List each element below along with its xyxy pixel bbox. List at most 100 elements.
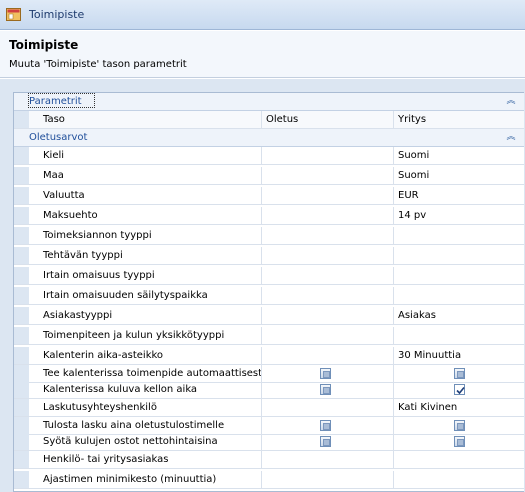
row-gutter: [14, 147, 29, 164]
default-value[interactable]: [261, 247, 393, 264]
company-value[interactable]: Asiakas: [393, 307, 524, 324]
checkbox-icon[interactable]: [454, 420, 465, 431]
row-label: Syötä kulujen ostot nettohintaisina: [43, 436, 218, 447]
table-row[interactable]: Kieli Suomi: [14, 147, 524, 165]
default-checkbox-cell[interactable]: [261, 365, 393, 382]
row-label: Henkilö- tai yritysasiakas: [43, 454, 169, 465]
row-label: Tee kalenterissa toimenpide automaattise…: [43, 368, 261, 379]
row-label: Irtain omaisuuden säilytyspaikka: [43, 290, 208, 301]
window-title: Toimipiste: [29, 8, 85, 21]
table-row[interactable]: Maa Suomi: [14, 167, 524, 185]
row-gutter: [14, 327, 29, 344]
row-gutter: [14, 227, 29, 244]
company-value[interactable]: Kati Kivinen: [393, 399, 524, 416]
default-value[interactable]: [261, 147, 393, 164]
checkbox-checked-icon[interactable]: [454, 384, 465, 395]
row-label: Ajastimen minimikesto (minuuttia): [43, 474, 217, 485]
section-parameters[interactable]: Parametrit ︽: [14, 93, 524, 111]
company-value[interactable]: [393, 327, 524, 344]
table-row[interactable]: Syötä kulujen ostot nettohintaisina: [14, 433, 524, 451]
title-bar: Toimipiste: [0, 0, 525, 30]
company-value[interactable]: EUR: [393, 187, 524, 204]
table-row[interactable]: Henkilö- tai yritysasiakas: [14, 451, 524, 469]
row-gutter: [14, 451, 29, 468]
table-row[interactable]: Valuutta EUR: [14, 187, 524, 205]
table-row[interactable]: Toimeksiannon tyyppi: [14, 227, 524, 245]
row-label: Tehtävän tyyppi: [43, 250, 123, 261]
default-value[interactable]: [261, 451, 393, 468]
default-value[interactable]: [261, 471, 393, 488]
checkbox-icon[interactable]: [320, 368, 331, 379]
default-value[interactable]: [261, 187, 393, 204]
checkbox-icon[interactable]: [320, 436, 331, 447]
double-chevron-up-icon[interactable]: ︽: [505, 96, 517, 108]
default-value[interactable]: [261, 167, 393, 184]
page-header: Toimipiste Muuta 'Toimipiste' tason para…: [0, 31, 525, 78]
row-gutter: [14, 471, 29, 488]
default-checkbox-cell[interactable]: [261, 417, 393, 434]
row-label: Maksuehto: [43, 210, 98, 221]
default-value[interactable]: [261, 207, 393, 224]
row-label: Laskutusyhteyshenkilö: [43, 402, 157, 413]
section-defaults[interactable]: Oletusarvot ︽: [14, 129, 524, 147]
double-chevron-up-icon[interactable]: ︽: [505, 132, 517, 144]
app-window-icon: [6, 8, 21, 21]
row-label: Toimenpiteen ja kulun yksikkötyyppi: [43, 330, 225, 341]
default-value[interactable]: [261, 307, 393, 324]
table-row[interactable]: Asiakastyyppi Asiakas: [14, 307, 524, 325]
company-checkbox-cell[interactable]: [393, 365, 524, 382]
default-value[interactable]: [261, 327, 393, 344]
company-value[interactable]: [393, 267, 524, 284]
default-value[interactable]: [261, 287, 393, 304]
row-label: Kalenterissa kuluva kellon aika: [43, 384, 198, 395]
row-gutter: [14, 287, 29, 304]
row-gutter: [14, 399, 29, 416]
table-row[interactable]: Maksuehto 14 pv: [14, 207, 524, 225]
checkbox-icon[interactable]: [320, 420, 331, 431]
company-value[interactable]: [393, 247, 524, 264]
table-row[interactable]: Ajastimen minimikesto (minuuttia): [14, 471, 524, 489]
company-value[interactable]: 30 Minuuttia: [393, 347, 524, 364]
column-header-company: Yritys: [393, 111, 524, 128]
company-value[interactable]: [393, 227, 524, 244]
row-label: Kieli: [43, 150, 65, 161]
table-row[interactable]: Toimenpiteen ja kulun yksikkötyyppi: [14, 327, 524, 345]
table-row[interactable]: Irtain omaisuus tyyppi: [14, 267, 524, 285]
checkbox-icon[interactable]: [454, 368, 465, 379]
checkbox-icon[interactable]: [320, 384, 331, 395]
company-value[interactable]: [393, 471, 524, 488]
default-value[interactable]: [261, 227, 393, 244]
row-gutter: [14, 307, 29, 324]
default-value[interactable]: [261, 267, 393, 284]
row-label: Tulosta lasku aina oletustulostimelle: [43, 420, 225, 431]
default-checkbox-cell[interactable]: [261, 381, 393, 398]
company-value[interactable]: 14 pv: [393, 207, 524, 224]
row-label: Irtain omaisuus tyyppi: [43, 270, 155, 281]
table-row[interactable]: Kalenterissa kuluva kellon aika: [14, 381, 524, 399]
table-row[interactable]: Irtain omaisuuden säilytyspaikka: [14, 287, 524, 305]
company-value[interactable]: [393, 287, 524, 304]
row-gutter: [14, 417, 29, 434]
row-gutter: [14, 111, 29, 128]
default-checkbox-cell[interactable]: [261, 433, 393, 450]
row-gutter: [14, 207, 29, 224]
column-header-default: Oletus: [261, 111, 393, 128]
section-title-defaults: Oletusarvot: [29, 132, 88, 143]
default-value[interactable]: [261, 347, 393, 364]
company-value[interactable]: [393, 451, 524, 468]
row-label: Valuutta: [43, 190, 85, 201]
table-row[interactable]: Laskutusyhteyshenkilö Kati Kivinen: [14, 399, 524, 417]
default-value[interactable]: [261, 399, 393, 416]
company-value[interactable]: Suomi: [393, 167, 524, 184]
row-label: Asiakastyyppi: [43, 310, 113, 321]
company-checkbox-cell[interactable]: [393, 433, 524, 450]
row-gutter: [14, 167, 29, 184]
column-header-row: Taso Oletus Yritys: [14, 111, 524, 129]
checkbox-icon[interactable]: [454, 436, 465, 447]
company-checkbox-cell[interactable]: [393, 381, 524, 398]
table-row[interactable]: Kalenterin aika-asteikko 30 Minuuttia: [14, 347, 524, 365]
company-checkbox-cell[interactable]: [393, 417, 524, 434]
property-grid[interactable]: Parametrit ︽ Taso Oletus Yritys Oletusar…: [13, 92, 524, 492]
company-value[interactable]: Suomi: [393, 147, 524, 164]
table-row[interactable]: Tehtävän tyyppi: [14, 247, 524, 265]
